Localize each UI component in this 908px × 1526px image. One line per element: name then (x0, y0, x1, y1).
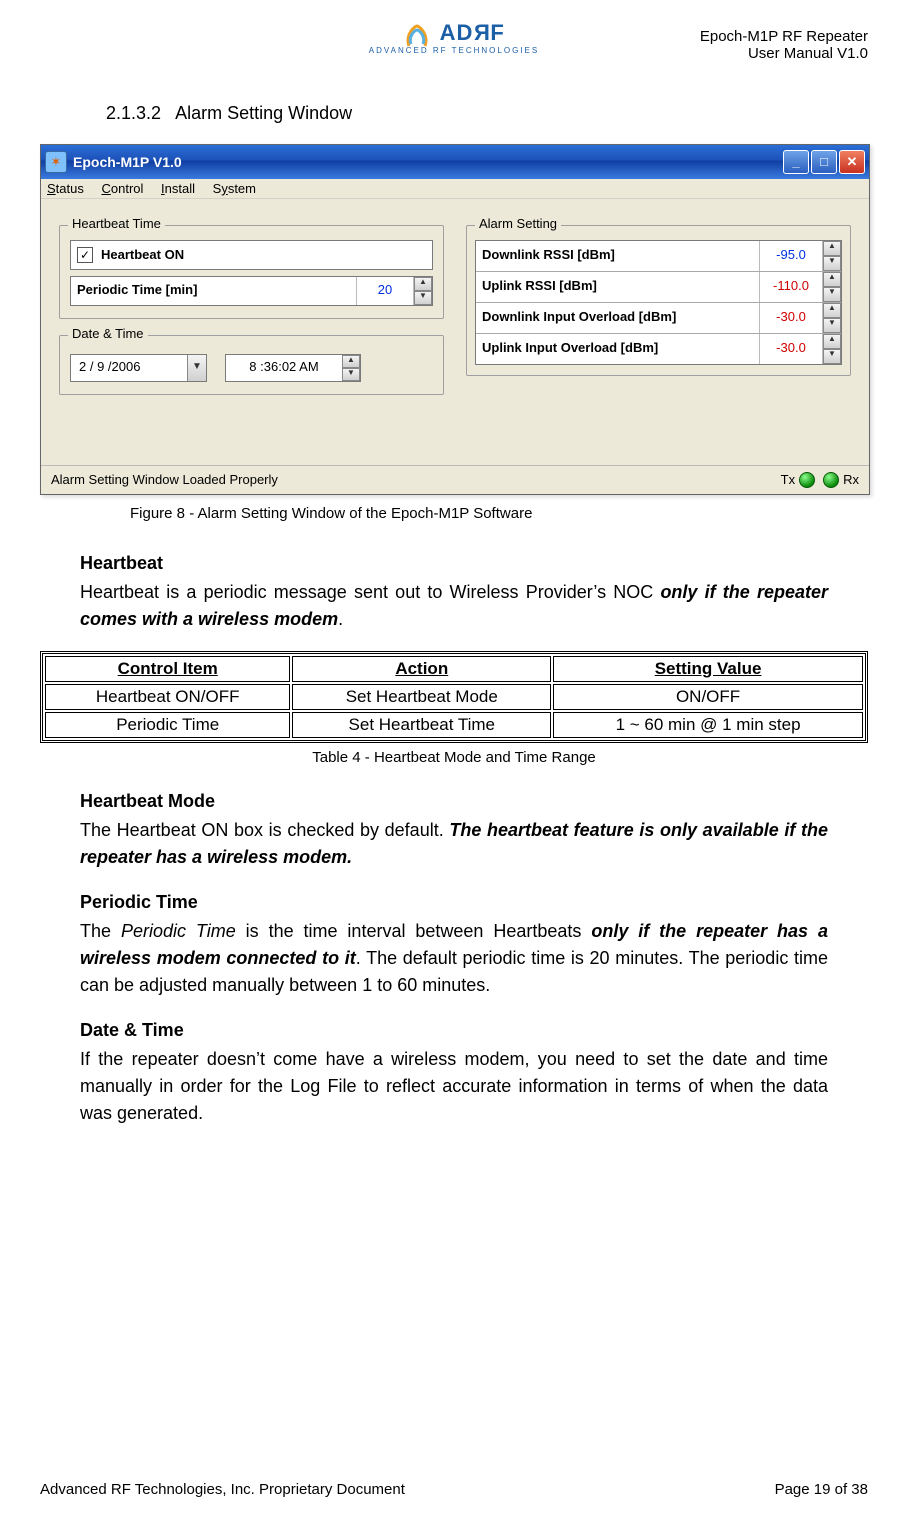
alarm-row: Uplink RSSI [dBm] -110.0 ▲▼ (476, 272, 841, 303)
page-footer: Advanced RF Technologies, Inc. Proprieta… (40, 1481, 868, 1498)
alarm-spinner[interactable]: ▲▼ (823, 241, 841, 271)
app-window: ✶ Epoch-M1P V1.0 _ □ ✕ Status Control In… (40, 144, 870, 495)
periodic-time-value[interactable]: 20 (357, 277, 414, 305)
alarm-row-label: Downlink RSSI [dBm] (476, 241, 760, 271)
alarm-row-value[interactable]: -30.0 (760, 334, 823, 364)
table-header: Setting Value (553, 656, 863, 682)
close-button[interactable]: ✕ (839, 150, 865, 174)
table-cell: Heartbeat ON/OFF (45, 684, 290, 710)
datetime-groupbox: Date & Time 2 / 9 /2006 ▼ 8 :36:02 AM ▲ … (59, 335, 444, 395)
table-caption: Table 4 - Heartbeat Mode and Time Range (40, 749, 868, 766)
logo-icon (403, 24, 431, 48)
window-title: Epoch-M1P V1.0 (73, 154, 783, 170)
heartbeat-paragraph: Heartbeat is a periodic message sent out… (80, 579, 828, 633)
footer-right: Page 19 of 38 (775, 1481, 868, 1498)
alarm-spinner[interactable]: ▲▼ (823, 303, 841, 333)
heartbeat-groupbox: Heartbeat Time ✓ Heartbeat ON Periodic T… (59, 225, 444, 319)
alarm-spinner[interactable]: ▲▼ (823, 272, 841, 302)
maximize-button[interactable]: □ (811, 150, 837, 174)
spin-down-icon[interactable]: ▼ (342, 368, 360, 381)
periodic-time-spinner[interactable]: ▲ ▼ (414, 277, 432, 305)
alarm-row-label: Downlink Input Overload [dBm] (476, 303, 760, 333)
doc-version: User Manual V1.0 (700, 45, 868, 62)
spin-down-icon[interactable]: ▼ (414, 291, 432, 305)
alarm-legend: Alarm Setting (475, 216, 561, 231)
rx-label: Rx (843, 472, 859, 487)
menu-status[interactable]: Status (47, 181, 84, 196)
menu-install[interactable]: Install (161, 181, 195, 196)
periodic-time-row: Periodic Time [min] 20 ▲ ▼ (70, 276, 433, 306)
menu-system[interactable]: System (213, 181, 256, 196)
document-page: ADRF ADVANCED RF TECHNOLOGIES Epoch-M1P … (0, 0, 908, 1526)
rx-led-icon (823, 472, 839, 488)
tx-label: Tx (781, 472, 795, 487)
doc-title: Epoch-M1P RF Repeater (700, 28, 868, 45)
alarm-row-value[interactable]: -30.0 (760, 303, 823, 333)
header-right: Epoch-M1P RF Repeater User Manual V1.0 (700, 28, 868, 62)
heartbeat-checkbox[interactable]: ✓ (77, 247, 93, 263)
table-cell: ON/OFF (553, 684, 863, 710)
spin-up-icon[interactable]: ▲ (342, 355, 360, 368)
table-header: Action (292, 656, 551, 682)
section-heading: 2.1.3.2 Alarm Setting Window (106, 103, 868, 124)
periodic-time-heading: Periodic Time (80, 889, 828, 916)
tx-led-icon (799, 472, 815, 488)
minimize-button[interactable]: _ (783, 150, 809, 174)
datetime-legend: Date & Time (68, 326, 148, 341)
table-cell: Set Heartbeat Mode (292, 684, 551, 710)
menubar: Status Control Install System (41, 179, 869, 199)
status-message: Alarm Setting Window Loaded Properly (51, 472, 781, 487)
date-value: 2 / 9 /2006 (71, 355, 187, 381)
figure-caption: Figure 8 - Alarm Setting Window of the E… (130, 505, 868, 522)
date-combo[interactable]: 2 / 9 /2006 ▼ (70, 354, 207, 382)
alarm-row-value[interactable]: -95.0 (760, 241, 823, 271)
datetime-paragraph: If the repeater doesn’t come have a wire… (80, 1046, 828, 1127)
alarm-spinner[interactable]: ▲▼ (823, 334, 841, 364)
alarm-row: Downlink RSSI [dBm] -95.0 ▲▼ (476, 241, 841, 272)
table-header: Control Item (45, 656, 290, 682)
heartbeat-mode-heading: Heartbeat Mode (80, 788, 828, 815)
alarm-row-label: Uplink RSSI [dBm] (476, 272, 760, 302)
heartbeat-mode-paragraph: The Heartbeat ON box is checked by defau… (80, 817, 828, 871)
table-cell: Periodic Time (45, 712, 290, 738)
alarm-table: Downlink RSSI [dBm] -95.0 ▲▼ Uplink RSSI… (475, 240, 842, 365)
time-spinner[interactable]: ▲ ▼ (342, 355, 360, 381)
app-icon: ✶ (45, 151, 67, 173)
time-value: 8 :36:02 AM (226, 355, 342, 381)
heartbeat-checkbox-label: Heartbeat ON (99, 247, 432, 262)
heartbeat-table: Control Item Action Setting Value Heartb… (40, 651, 868, 743)
table-cell: Set Heartbeat Time (292, 712, 551, 738)
menu-control[interactable]: Control (101, 181, 143, 196)
periodic-time-paragraph: The Periodic Time is the time interval b… (80, 918, 828, 999)
alarm-row-label: Uplink Input Overload [dBm] (476, 334, 760, 364)
heartbeat-legend: Heartbeat Time (68, 216, 165, 231)
logo-text: ADRF (440, 20, 505, 45)
footer-left: Advanced RF Technologies, Inc. Proprieta… (40, 1481, 405, 1498)
heartbeat-heading: Heartbeat (80, 550, 828, 577)
section-number: 2.1.3.2 (106, 103, 161, 123)
alarm-row: Downlink Input Overload [dBm] -30.0 ▲▼ (476, 303, 841, 334)
section-title: Alarm Setting Window (175, 103, 352, 123)
alarm-groupbox: Alarm Setting Downlink RSSI [dBm] -95.0 … (466, 225, 851, 376)
time-field[interactable]: 8 :36:02 AM ▲ ▼ (225, 354, 361, 382)
chevron-down-icon[interactable]: ▼ (187, 355, 206, 381)
periodic-time-label: Periodic Time [min] (71, 277, 357, 305)
titlebar: ✶ Epoch-M1P V1.0 _ □ ✕ (41, 145, 869, 179)
datetime-heading: Date & Time (80, 1017, 828, 1044)
alarm-row-value[interactable]: -110.0 (760, 272, 823, 302)
heartbeat-on-row: ✓ Heartbeat ON (70, 240, 433, 270)
statusbar: Alarm Setting Window Loaded Properly Tx … (41, 465, 869, 494)
spin-up-icon[interactable]: ▲ (414, 277, 432, 291)
alarm-row: Uplink Input Overload [dBm] -30.0 ▲▼ (476, 334, 841, 364)
table-cell: 1 ~ 60 min @ 1 min step (553, 712, 863, 738)
